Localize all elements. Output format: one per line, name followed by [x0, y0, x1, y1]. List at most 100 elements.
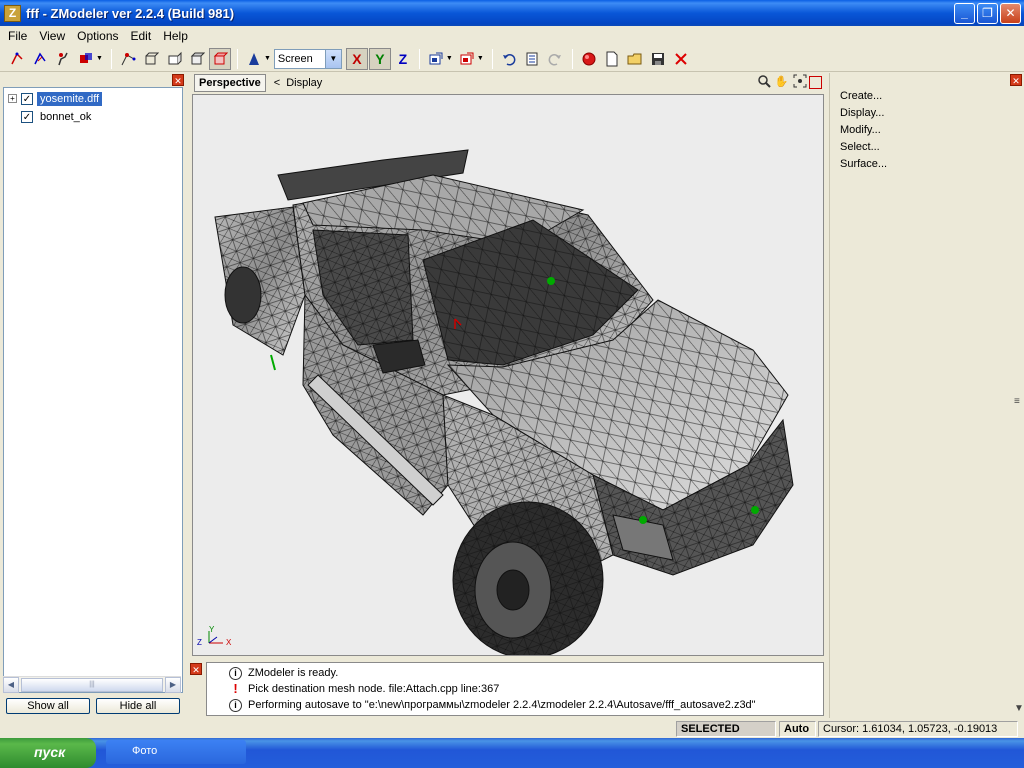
info-icon: i [229, 666, 242, 680]
gizmo-z-label: Z [197, 638, 202, 647]
viewport-panel: Perspective < Display ✋ Z X Y [190, 73, 826, 658]
log-panel: ✕ i ZModeler is ready. ! Pick destinatio… [190, 662, 826, 718]
status-selected-mode[interactable]: SELECTED MODE [676, 721, 776, 749]
restore-button[interactable]: ❐ [977, 3, 998, 24]
command-display[interactable]: Display... [840, 107, 884, 119]
minimize-button[interactable]: _ [954, 3, 975, 24]
viewport-header: Perspective < Display ✋ [190, 73, 826, 93]
import-icon[interactable] [425, 48, 447, 70]
menu-view[interactable]: View [33, 29, 71, 43]
select-edge-tool-icon[interactable] [29, 48, 51, 70]
chevron-down-icon[interactable]: ▼ [264, 55, 271, 62]
scrollbar-thumb[interactable]: ||| [21, 677, 163, 692]
close-icon[interactable]: ✕ [190, 663, 202, 675]
menu-options[interactable]: Options [71, 29, 124, 43]
show-all-button[interactable]: Show all [6, 698, 90, 714]
expand-icon[interactable]: + [8, 94, 17, 103]
log-output[interactable]: i ZModeler is ready. ! Pick destination … [206, 662, 824, 716]
object-mode-icon[interactable] [186, 48, 208, 70]
axis-z-toggle[interactable]: Z [392, 48, 414, 70]
coordinate-mode-select[interactable]: Screen ▼ [273, 48, 342, 69]
viewport-tab-perspective[interactable]: Perspective [194, 74, 266, 92]
menu-help[interactable]: Help [157, 29, 194, 43]
visibility-checkbox[interactable]: ✓ [21, 92, 33, 105]
log-entry: i ZModeler is ready. [229, 665, 338, 681]
command-create[interactable]: Create... [840, 90, 882, 102]
export-icon[interactable] [456, 48, 478, 70]
chevron-down-icon[interactable]: ▼ [96, 55, 103, 62]
command-select[interactable]: Select... [840, 141, 880, 153]
chevron-down-icon[interactable]: ▼ [446, 55, 453, 62]
toolbar: ▼ ▼ Screen ▼ X Y Z ▼ ▼ [0, 46, 1024, 72]
save-icon[interactable] [647, 48, 669, 70]
windows-taskbar: пуск Фото [0, 738, 1024, 768]
maximize-viewport-icon[interactable] [809, 76, 822, 89]
axis-gizmo-icon [208, 631, 223, 644]
close-button[interactable]: ✕ [1000, 3, 1021, 24]
tree-item-yosemite[interactable]: + ✓ yosemite.dff [8, 90, 103, 107]
command-modify[interactable]: Modify... [840, 124, 881, 136]
title-bar[interactable]: Z fff - ZModeler ver 2.2.4 (Build 981) _… [0, 0, 1024, 26]
window-title: fff - ZModeler ver 2.2.4 (Build 981) [26, 5, 235, 21]
undo-list-icon[interactable] [521, 48, 543, 70]
zmodeler-window: Z fff - ZModeler ver 2.2.4 (Build 981) _… [0, 0, 1024, 768]
coordinate-mode-value: Screen [277, 52, 313, 65]
scroll-right-icon[interactable]: ▶ [165, 676, 181, 693]
zoom-icon[interactable] [755, 74, 772, 91]
open-folder-icon[interactable] [624, 48, 646, 70]
menu-edit[interactable]: Edit [125, 29, 158, 43]
undo-icon[interactable] [498, 48, 520, 70]
tree-item-label: bonnet_ok [40, 110, 92, 123]
face-mode-icon[interactable] [163, 48, 185, 70]
record-icon[interactable] [578, 48, 600, 70]
display-arrow[interactable]: < [274, 77, 280, 89]
log-entry-text: Performing autosave to "e:\new\программы… [248, 699, 756, 711]
command-surface[interactable]: Surface... [840, 158, 887, 170]
taskbar-item[interactable]: Фото [106, 740, 246, 764]
log-entry: i Performing autosave to "e:\new\програм… [229, 697, 756, 713]
visibility-checkbox[interactable]: ✓ [21, 110, 33, 123]
splitter-grip-icon[interactable]: ≡ [1014, 396, 1020, 407]
axis-x-toggle[interactable]: X [345, 47, 368, 70]
zmodeler-logo-icon: Z [4, 4, 21, 22]
status-auto[interactable]: Auto [779, 721, 816, 737]
start-button[interactable]: пуск [0, 738, 96, 768]
log-entry-text: ZModeler is ready. [248, 667, 339, 679]
scroll-left-icon[interactable]: ◀ [3, 676, 19, 693]
hide-all-button[interactable]: Hide all [96, 698, 180, 714]
object-tree[interactable]: + ✓ yosemite.dff ✓ bonnet_ok [3, 87, 183, 693]
command-panel: ✕ Create... Display... Modify... Select.… [829, 73, 1024, 718]
status-cursor-coords: Cursor: 1.61034, 1.05723, -0.19013 [818, 721, 1018, 737]
close-icon[interactable]: ✕ [1010, 74, 1022, 86]
vertex-mode-icon[interactable] [117, 48, 139, 70]
delete-icon[interactable] [670, 48, 692, 70]
axis-tool-icon[interactable] [243, 48, 265, 70]
axis-y-toggle[interactable]: Y [368, 47, 391, 70]
redo-icon[interactable] [544, 48, 566, 70]
warning-icon: ! [233, 680, 238, 696]
horizontal-scrollbar[interactable]: ◀ ||| ▶ [3, 676, 181, 693]
new-file-icon[interactable] [601, 48, 623, 70]
display-menu[interactable]: Display [286, 77, 322, 89]
chevron-down-icon[interactable]: ▼ [1014, 703, 1024, 714]
select-vertex-tool-icon[interactable] [6, 48, 28, 70]
menu-bar: File View Options Edit Help [0, 26, 1024, 46]
log-entry-text: Pick destination mesh node. file:Attach.… [248, 683, 500, 695]
menu-file[interactable]: File [2, 29, 33, 43]
chevron-down-icon[interactable]: ▼ [324, 49, 341, 68]
edge-mode-icon[interactable] [140, 48, 162, 70]
chevron-down-icon[interactable]: ▼ [477, 55, 484, 62]
truck-wireframe-render [214, 149, 794, 655]
close-icon[interactable]: ✕ [172, 74, 184, 86]
3d-viewport[interactable]: Z X Y [192, 94, 824, 656]
status-bar: SELECTED MODE Auto Cursor: 1.61034, 1.05… [0, 720, 1024, 749]
log-entry: ! Pick destination mesh node. file:Attac… [229, 681, 499, 697]
tree-item-label: yosemite.dff [37, 91, 103, 106]
select-face-tool-icon[interactable] [52, 48, 74, 70]
select-object-tool-icon[interactable] [75, 48, 97, 70]
object-tree-panel: ✕ + ✓ yosemite.dff ✓ bonnet_ok ◀ ||| ▶ S… [0, 73, 187, 718]
pan-hand-icon[interactable]: ✋ [773, 74, 790, 91]
tree-item-bonnet[interactable]: ✓ bonnet_ok [21, 108, 94, 125]
selected-mode-icon[interactable] [208, 47, 231, 70]
zoom-extents-icon[interactable] [791, 74, 808, 91]
